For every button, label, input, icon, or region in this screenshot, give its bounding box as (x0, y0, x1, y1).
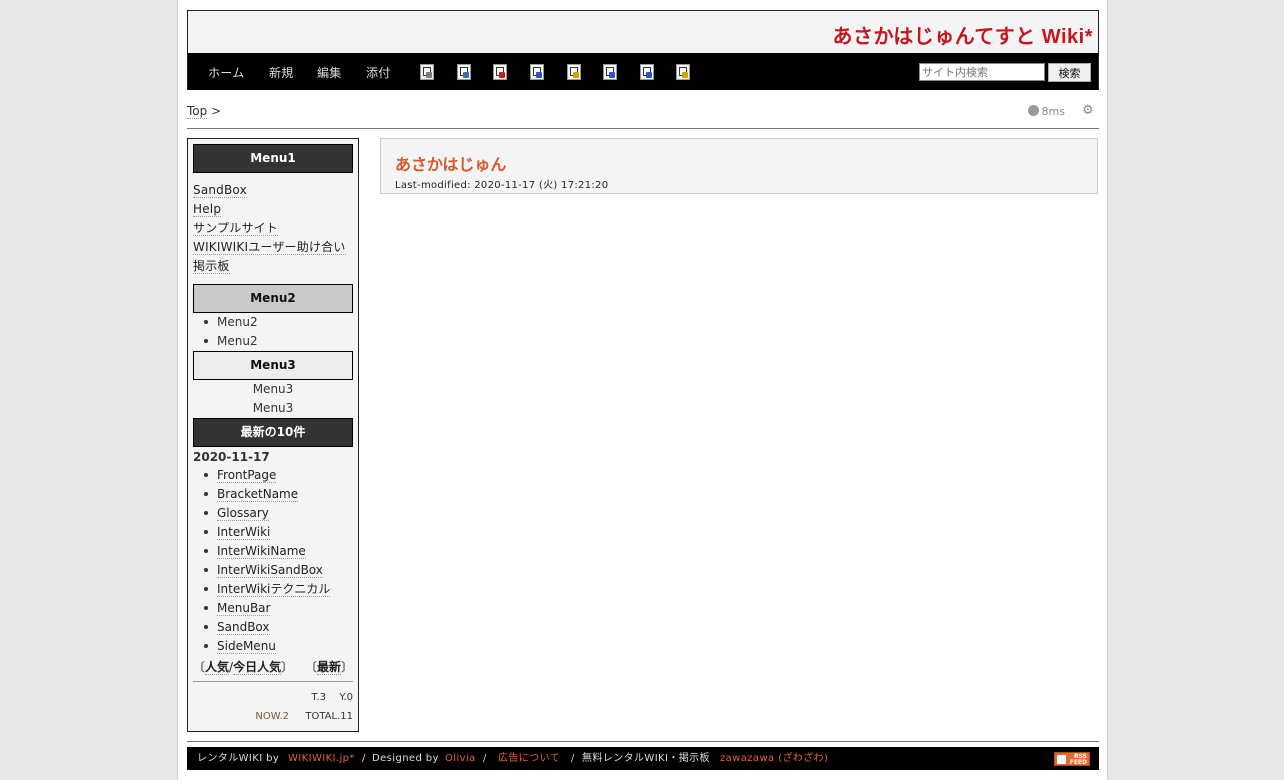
recent-item-link[interactable]: InterWiki (203, 525, 271, 540)
page-frame: あさかはじゅんてすと Wiki* ホーム 新規 編集 添付 検索 Top > 8… (177, 0, 1108, 780)
bracket-open: 〔 (193, 660, 206, 674)
menu2-item: Menu2 (204, 315, 258, 329)
search-input[interactable] (919, 63, 1045, 81)
recent-item-link[interactable]: MenuBar (203, 601, 271, 616)
load-time-value: 8ms (1041, 105, 1065, 118)
footer: レンタルWIKI by WIKIWIKI.jp* / Designed by O… (187, 747, 1099, 770)
menu3-heading: Menu3 (193, 351, 353, 380)
freeze-icon[interactable] (567, 64, 581, 80)
counter-today: T.3 (311, 692, 326, 703)
last-modified: Last-modified: 2020-11-17 (火) 17:21:20 (395, 180, 609, 191)
footer-separator: / (483, 753, 487, 764)
popular-link[interactable]: 人気 (205, 660, 230, 675)
nav-home-link[interactable]: ホーム (208, 64, 245, 81)
menu1-link-user-help[interactable]: WIKIWIKIユーザー助け合い (193, 240, 346, 255)
site-title[interactable]: あさかはじゅんてすと Wiki* (833, 20, 1093, 49)
nav-attach-link[interactable]: 添付 (366, 64, 391, 81)
recent-date: 2020-11-17 (193, 450, 270, 464)
gear-icon[interactable]: ⚙ (1082, 104, 1094, 117)
menu1-link-sandbox[interactable]: SandBox (193, 183, 247, 198)
backup-icon[interactable] (493, 64, 507, 80)
footer-separator: / (362, 753, 366, 764)
bracket-close: 〕 (340, 660, 353, 674)
menu1-link-sample-site[interactable]: サンプルサイト (193, 221, 279, 236)
recent-item-link[interactable]: BracketName (203, 487, 299, 502)
gauge-icon (1027, 105, 1039, 116)
navbar: ホーム 新規 編集 添付 検索 (188, 53, 1098, 90)
footer-separator: / (571, 753, 575, 764)
recent-changes-icon[interactable] (640, 64, 654, 80)
sidebar: Menu1 SandBox Help サンプルサイト WIKIWIKIユーザー助… (187, 138, 359, 732)
recent-item-link[interactable]: InterWikiテクニカル (203, 582, 331, 597)
page-list-icon[interactable] (603, 64, 617, 80)
footer-zawazawa-link[interactable]: zawazawa (ざわざわ) (720, 747, 828, 770)
footer-ad-link[interactable]: 広告について (498, 747, 560, 770)
site-header: あさかはじゅんてすと Wiki* ホーム 新規 編集 添付 検索 (187, 10, 1099, 90)
breadcrumb-separator: > (211, 104, 222, 118)
menu1-heading: Menu1 (193, 144, 353, 173)
load-time: 8ms (1027, 105, 1065, 118)
nav-edit-link[interactable]: 編集 (317, 64, 342, 81)
bracket-open: 〔 (304, 660, 317, 674)
feed-symbol-icon (1057, 755, 1066, 764)
breadcrumb: Top > (187, 104, 222, 119)
menu3-item: Menu3 (252, 401, 294, 415)
counter-total: TOTAL.11 (305, 711, 353, 722)
menu1-link-bbs[interactable]: 掲示板 (193, 259, 230, 274)
recent-item-link[interactable]: SideMenu (204, 639, 276, 654)
rss-feed-icon[interactable]: RSS FEED (1054, 752, 1090, 766)
bracket-close: 〕 (281, 660, 294, 674)
menu3-item: Menu3 (252, 382, 294, 396)
diff-page-icon[interactable] (457, 64, 471, 80)
footer-rental-label: レンタルWIKI by (197, 753, 280, 764)
recent-item-link[interactable]: FrontPage (203, 468, 277, 483)
menu1-link-help[interactable]: Help (193, 202, 222, 217)
recent-item-link[interactable]: InterWikiSandBox (204, 563, 323, 578)
footer-designer-link[interactable]: Olivia (445, 747, 476, 770)
footer-wikiwiki-link[interactable]: WIKIWIKI.jp* (288, 747, 355, 770)
menu2-heading: Menu2 (193, 284, 353, 313)
menu2-item: Menu2 (204, 334, 258, 348)
breadcrumb-top-link[interactable]: Top (187, 104, 208, 119)
today-popular-link[interactable]: 今日人気 (233, 660, 282, 675)
nav-new-link[interactable]: 新規 (269, 64, 294, 81)
search-button[interactable]: 検索 (1048, 63, 1091, 82)
footer-divider (187, 741, 1099, 742)
topic-bar: Top > 8ms ⚙ (187, 98, 1099, 129)
copy-page-icon[interactable] (420, 64, 434, 80)
reload-icon[interactable] (530, 64, 544, 80)
help-icon[interactable] (676, 64, 690, 80)
counter-now: NOW.2 (255, 711, 289, 722)
page-title[interactable]: あさかはじゅん (395, 151, 506, 175)
content-title-box: あさかはじゅん Last-modified: 2020-11-17 (火) 17… (380, 138, 1098, 194)
footer-bbs-label: 無料レンタルWIKI・掲示板 (582, 753, 710, 764)
recent-item-link[interactable]: InterWikiName (204, 544, 306, 559)
feed-label: FEED (1069, 759, 1087, 766)
sidebar-divider (193, 681, 353, 682)
counter-yesterday: Y.0 (339, 692, 353, 703)
latest-link[interactable]: 最新 (316, 660, 341, 675)
recent-item-link[interactable]: Glossary (204, 506, 269, 521)
recent-heading: 最新の10件 (193, 418, 353, 447)
footer-designed-label: Designed by (372, 753, 439, 764)
popular-links: 〔人気/今日人気〕 〔最新〕 (193, 658, 353, 675)
recent-item-link[interactable]: SandBox (204, 620, 270, 635)
